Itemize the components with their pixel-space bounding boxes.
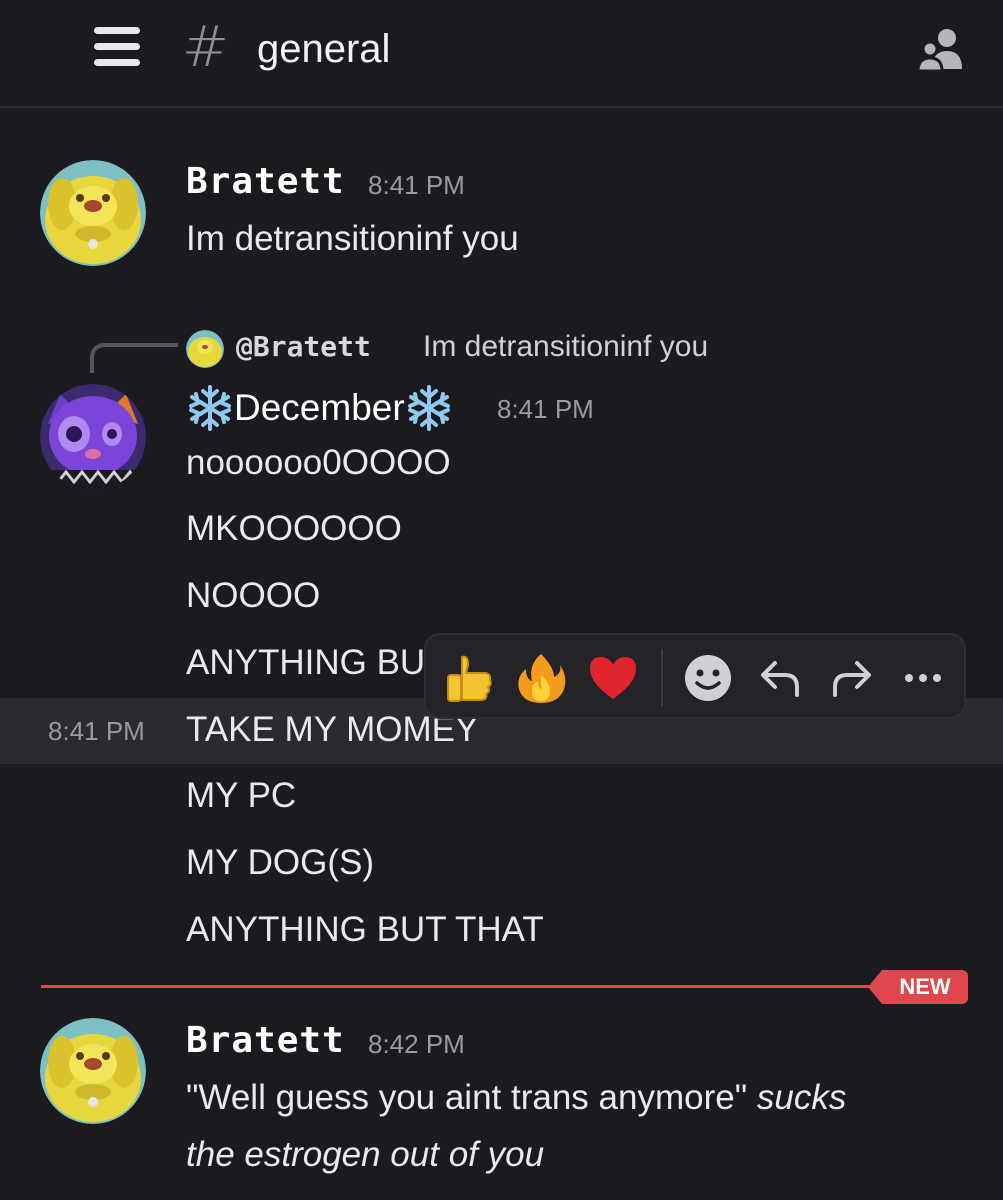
toolbar-divider: [661, 649, 663, 707]
username[interactable]: Bratett: [186, 160, 345, 204]
menu-icon[interactable]: [94, 27, 140, 67]
thumbs-up-reaction-button[interactable]: [442, 651, 496, 705]
reply-arrow-icon: [761, 661, 799, 697]
hover-timestamp: 8:41 PM: [48, 716, 145, 746]
username-december[interactable]: December: [186, 384, 453, 432]
smiley-icon: [685, 655, 731, 701]
new-badge: NEW: [868, 970, 968, 1004]
username[interactable]: Bratett: [186, 1019, 345, 1063]
reply-connector: [90, 343, 178, 373]
message-quote: "Well guess you aint trans anymore": [186, 1078, 757, 1117]
message-text: "Well guess you aint trans anymore" suck…: [186, 1076, 846, 1120]
reply-button[interactable]: [753, 651, 807, 705]
add-reaction-button[interactable]: [681, 651, 735, 705]
avatar-bratett[interactable]: [40, 1018, 146, 1124]
more-options-button[interactable]: [896, 651, 950, 705]
timestamp: 8:41 PM: [368, 170, 465, 200]
thumbs-up-icon: [447, 655, 492, 702]
reply-mention[interactable]: @Bratett: [236, 328, 371, 366]
ellipsis-icon: [905, 674, 941, 682]
timestamp: 8:41 PM: [497, 394, 594, 424]
timestamp: 8:42 PM: [368, 1029, 465, 1059]
snowflake-icon: [407, 385, 450, 431]
message-action-italic: the estrogen out of you: [186, 1135, 545, 1174]
heart-reaction-button[interactable]: [586, 651, 640, 705]
message-action-toolbar: [424, 633, 966, 719]
message-text: Im detransitioninf you: [186, 219, 519, 258]
new-messages-divider: [41, 985, 891, 988]
message-text: the estrogen out of you: [186, 1133, 544, 1177]
message-text: ANYTHING BU: [186, 643, 426, 682]
forward-arrow-icon: [833, 661, 871, 697]
message-text: MY PC: [186, 776, 297, 815]
channel-title[interactable]: general: [257, 25, 390, 73]
message-text: noooooo0OOOO: [186, 443, 451, 482]
message-text: ANYTHING BUT THAT: [186, 910, 544, 949]
username[interactable]: December: [234, 385, 405, 431]
message-text: MY DOG(S): [186, 843, 374, 882]
message-text: NOOOO: [186, 576, 321, 615]
fire-reaction-button[interactable]: [514, 651, 568, 705]
snowflake-icon: [189, 385, 231, 431]
message-text: MKOOOOOO: [186, 509, 402, 548]
avatar-bratett[interactable]: [40, 160, 146, 266]
fire-icon: [518, 654, 566, 703]
reply-avatar: [186, 330, 224, 368]
channel-header: # general: [0, 0, 1003, 108]
red-heart-icon: [590, 657, 636, 699]
hash-icon: #: [182, 15, 229, 80]
avatar-december[interactable]: [40, 384, 146, 490]
members-icon[interactable]: [916, 27, 966, 73]
forward-button[interactable]: [825, 651, 879, 705]
reply-preview[interactable]: Im detransitioninf you: [423, 328, 708, 366]
message-action-italic: sucks: [756, 1078, 847, 1117]
